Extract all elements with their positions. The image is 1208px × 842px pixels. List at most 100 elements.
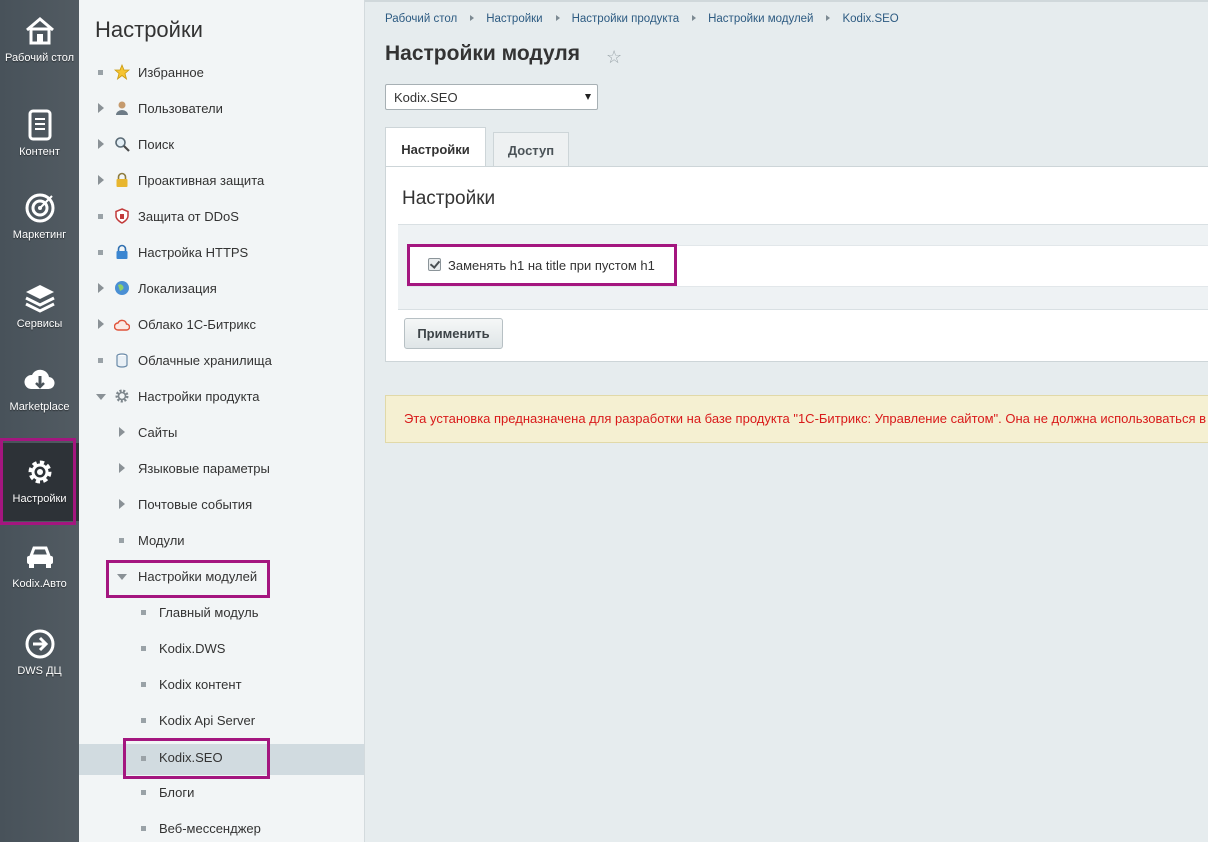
bullet xyxy=(141,646,146,651)
tree-item-mail-events[interactable]: Почтовые события xyxy=(79,492,364,518)
rail-item-content[interactable]: Контент xyxy=(0,108,79,158)
expand-arrow-icon[interactable] xyxy=(119,499,125,509)
tree-item-ddos[interactable]: Защита от DDoS xyxy=(79,204,364,230)
options-area: Заменять h1 на title при пустом h1 xyxy=(398,224,1208,310)
tree-item-favorites[interactable]: Избранное xyxy=(79,60,364,86)
bullet xyxy=(141,718,146,723)
globe-icon xyxy=(115,281,129,295)
bullet xyxy=(141,826,146,831)
bullet xyxy=(141,610,146,615)
breadcrumb-link[interactable]: Настройки модулей xyxy=(708,13,813,25)
rail-label: Рабочий стол xyxy=(4,52,75,64)
tree-item-main-module[interactable]: Главный модуль xyxy=(79,600,364,626)
tree-item-cloud-storage[interactable]: Облачные хранилища xyxy=(79,348,364,374)
rail-label: Маркетинг xyxy=(12,229,67,241)
lock-icon xyxy=(116,172,128,187)
expand-arrow-icon[interactable] xyxy=(98,175,104,185)
panel-title: Настройки xyxy=(402,188,496,209)
tree-item-localization[interactable]: Локализация xyxy=(79,276,364,302)
tree-item-sites[interactable]: Сайты xyxy=(79,420,364,446)
bullet xyxy=(141,790,146,795)
tree-item-web-messenger[interactable]: Веб-мессенджер xyxy=(79,816,364,842)
replace-h1-label[interactable]: Заменять h1 на title при пустом h1 xyxy=(448,258,655,273)
main-rail: Рабочий стол Контент Маркетинг Сервисы M… xyxy=(0,0,79,842)
rail-item-dws[interactable]: DWS ДЦ xyxy=(0,627,79,677)
tree-item-kodix-api[interactable]: Kodix Api Server xyxy=(79,708,364,734)
gear-icon xyxy=(28,460,51,484)
breadcrumb-link[interactable]: Настройки xyxy=(486,13,542,25)
tree-item-modules[interactable]: Модули xyxy=(79,528,364,554)
replace-h1-checkbox[interactable] xyxy=(428,258,441,271)
user-icon xyxy=(116,101,128,115)
collapse-arrow-icon[interactable] xyxy=(117,574,127,580)
top-border xyxy=(364,0,1208,2)
bullet xyxy=(98,70,103,75)
chevron-down-icon xyxy=(585,94,591,100)
rail-item-settings[interactable]: Настройки xyxy=(0,443,79,521)
expand-arrow-icon[interactable] xyxy=(98,319,104,329)
breadcrumb-separator-icon xyxy=(826,15,831,21)
tree-item-kodix-seo[interactable]: Kodix.SEO xyxy=(79,744,364,775)
collapse-arrow-icon[interactable] xyxy=(96,394,106,400)
rail-item-marketplace[interactable]: Marketplace xyxy=(0,363,79,413)
bullet xyxy=(98,250,103,255)
cloud-download-icon xyxy=(23,369,55,390)
document-icon xyxy=(28,109,51,141)
tree-item-users[interactable]: Пользователи xyxy=(79,96,364,122)
breadcrumb-separator-icon xyxy=(692,15,697,21)
rail-label: Сервисы xyxy=(16,318,63,330)
bullet xyxy=(141,756,146,761)
car-icon xyxy=(26,546,53,568)
expand-arrow-icon[interactable] xyxy=(98,139,104,149)
tree-item-blogs[interactable]: Блоги xyxy=(79,780,364,806)
rail-label: DWS ДЦ xyxy=(17,665,62,677)
option-row: Заменять h1 на title при пустом h1 xyxy=(407,245,1208,287)
storage-icon xyxy=(116,353,128,368)
expand-arrow-icon[interactable] xyxy=(98,283,104,293)
tree-item-https[interactable]: Настройка HTTPS xyxy=(79,240,364,266)
bullet xyxy=(98,358,103,363)
breadcrumb-separator-icon xyxy=(555,15,560,21)
module-select[interactable]: Kodix.SEO xyxy=(385,84,598,110)
favorite-star-icon[interactable]: ☆ xyxy=(606,47,622,68)
expand-arrow-icon[interactable] xyxy=(98,103,104,113)
rail-item-marketing[interactable]: Маркетинг xyxy=(0,191,79,241)
settings-panel: Настройки Заменять h1 на title при пусто… xyxy=(385,166,1208,362)
bullet xyxy=(141,682,146,687)
tree-item-module-settings[interactable]: Настройки модулей xyxy=(79,564,364,590)
expand-arrow-icon[interactable] xyxy=(119,463,125,473)
settings-tree: Настройки Избранное Пользователи Поиск П… xyxy=(79,0,365,842)
padlock-icon xyxy=(116,244,128,259)
tree-item-kodix-dws[interactable]: Kodix.DWS xyxy=(79,636,364,662)
tree-item-product-settings[interactable]: Настройки продукта xyxy=(79,384,364,410)
breadcrumb-link[interactable]: Рабочий стол xyxy=(385,13,457,25)
breadcrumb: Рабочий стол Настройки Настройки продукта Н… xyxy=(385,13,899,25)
breadcrumb-link[interactable]: Kodix.SEO xyxy=(842,13,898,25)
tree-item-search[interactable]: Поиск xyxy=(79,132,364,158)
rail-item-services[interactable]: Сервисы xyxy=(0,280,79,330)
star-icon xyxy=(114,64,130,80)
tree-title: Настройки xyxy=(95,17,203,42)
rail-label: Настройки xyxy=(12,493,67,505)
tab-settings[interactable]: Настройки xyxy=(385,127,486,167)
cloud-icon xyxy=(114,319,130,331)
gear-icon xyxy=(115,389,129,403)
tree-item-language[interactable]: Языковые параметры xyxy=(79,456,364,482)
shield-icon xyxy=(115,208,129,224)
tree-item-proactive[interactable]: Проактивная защита xyxy=(79,168,364,194)
tree-item-cloud[interactable]: Облако 1С-Битрикс xyxy=(79,312,364,338)
expand-arrow-icon[interactable] xyxy=(119,427,125,437)
module-select-value: Kodix.SEO xyxy=(394,90,458,105)
page-title: Настройки модуля xyxy=(385,42,581,65)
rail-label: Kodix.Авто xyxy=(12,578,67,590)
apply-button[interactable]: Применить xyxy=(404,318,503,349)
tree-item-kodix-content[interactable]: Kodix контент xyxy=(79,672,364,698)
bullet xyxy=(98,214,103,219)
breadcrumb-separator-icon xyxy=(470,15,475,21)
tab-access[interactable]: Доступ xyxy=(493,132,569,167)
bullet xyxy=(119,538,124,543)
breadcrumb-link[interactable]: Настройки продукта xyxy=(572,13,680,25)
rail-item-kodix-auto[interactable]: Kodix.Авто xyxy=(0,540,79,590)
rail-label: Marketplace xyxy=(9,401,70,413)
rail-item-desktop[interactable]: Рабочий стол xyxy=(0,14,79,64)
